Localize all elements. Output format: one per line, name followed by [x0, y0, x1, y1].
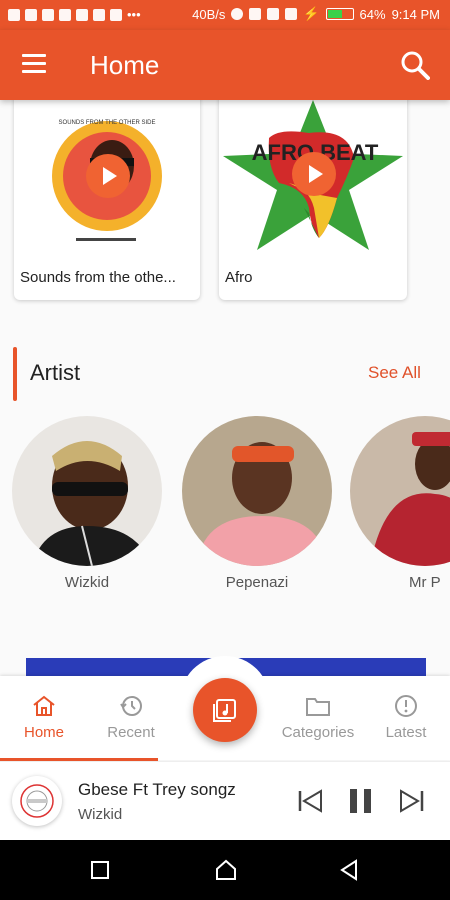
library-fab-button[interactable] — [193, 678, 257, 742]
notification-icon — [42, 8, 54, 21]
system-navigation-bar — [0, 840, 450, 900]
back-icon[interactable] — [338, 858, 360, 882]
nav-latest[interactable]: Latest — [366, 694, 446, 741]
nav-categories[interactable]: Categories — [278, 694, 358, 741]
notification-icon — [76, 8, 88, 21]
mini-player[interactable] — [0, 761, 450, 840]
music-library-icon — [213, 699, 236, 722]
network-speed: 40B/s — [192, 6, 226, 22]
artist-item[interactable] — [350, 416, 450, 566]
section-title: Artist — [30, 360, 81, 385]
battery-fill — [327, 10, 343, 18]
album-title: Sounds from the othe... — [20, 269, 176, 286]
app-bar: Home — [0, 30, 450, 100]
home-icon — [33, 695, 55, 716]
artist-avatar[interactable] — [12, 416, 162, 566]
page-title: Home — [90, 50, 160, 80]
wifi-icon — [249, 8, 262, 20]
album-cover-text: SOUNDS FROM THE OTHER SIDE — [59, 120, 156, 126]
section-accent-bar — [13, 347, 17, 401]
see-all-link[interactable]: See All — [368, 363, 421, 383]
nav-label: Latest — [385, 724, 427, 741]
now-playing-artist: Wizkid — [78, 806, 123, 823]
artist-name: Wizkid — [64, 574, 110, 591]
notification-icon — [59, 8, 71, 21]
pause-icon[interactable] — [346, 786, 376, 816]
recents-icon[interactable] — [90, 860, 110, 880]
battery-percent: 64% — [359, 6, 386, 22]
now-playing-disc[interactable] — [12, 776, 62, 826]
nav-recent[interactable]: Recent — [91, 694, 171, 741]
album-title: Afro — [225, 269, 253, 286]
album-art-icon — [20, 784, 54, 818]
notification-icon — [25, 8, 37, 21]
nav-label: Categories — [281, 724, 355, 741]
nav-home[interactable]: Home — [4, 694, 84, 741]
artist-item[interactable] — [182, 416, 332, 566]
signal-icon — [267, 8, 280, 20]
notification-icon — [93, 8, 105, 21]
artist-name: Mr P — [409, 574, 441, 591]
alert-circle-icon — [395, 695, 417, 717]
clock: 9:14 PM — [391, 6, 440, 22]
home-button-icon[interactable] — [214, 858, 238, 882]
signal-icon — [285, 8, 298, 20]
artist-avatar[interactable] — [182, 416, 332, 566]
artist-name: Pepenazi — [225, 574, 289, 591]
download-icon — [110, 8, 122, 21]
folder-icon — [306, 698, 330, 716]
dnd-icon — [231, 8, 244, 20]
artist-item[interactable] — [12, 416, 162, 566]
previous-icon[interactable] — [296, 786, 326, 816]
now-playing-title: Gbese Ft Trey songz — [78, 780, 236, 799]
notification-icon — [8, 8, 20, 21]
play-button[interactable] — [86, 154, 130, 198]
history-icon — [120, 696, 142, 716]
more-notifications-icon: ••• — [127, 7, 141, 22]
menu-icon[interactable] — [22, 54, 48, 74]
status-bar: ••• 40B/s ⚡ 64% 9:14 PM — [0, 0, 450, 30]
album-card[interactable]: AFRO BEAT Afro — [219, 88, 407, 300]
battery-icon — [325, 8, 354, 20]
notification-icons: ••• — [8, 7, 141, 22]
charging-icon: ⚡ — [303, 6, 320, 21]
nav-label: Recent — [107, 724, 155, 741]
play-button[interactable] — [292, 152, 336, 196]
artist-avatar[interactable] — [350, 416, 450, 566]
album-card[interactable]: SOUNDS FROM THE OTHER SIDE Sounds from t… — [14, 88, 200, 300]
search-icon[interactable] — [400, 50, 430, 80]
nav-label: Home — [23, 724, 64, 741]
next-icon[interactable] — [396, 786, 426, 816]
